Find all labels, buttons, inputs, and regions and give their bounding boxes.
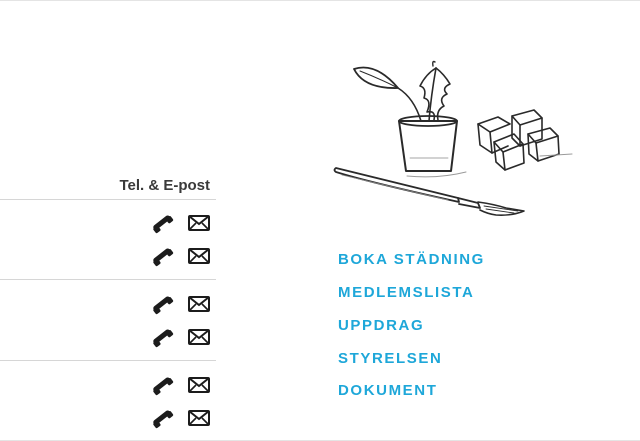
envelope-icon[interactable] <box>188 215 210 231</box>
phone-icon[interactable] <box>150 407 174 429</box>
envelope-icon[interactable] <box>188 329 210 345</box>
phone-icon[interactable] <box>150 245 174 267</box>
nav-link-dokument[interactable]: DOKUMENT <box>338 382 437 399</box>
envelope-icon[interactable] <box>188 248 210 264</box>
phone-icon[interactable] <box>150 212 174 234</box>
envelope-icon[interactable] <box>188 296 210 312</box>
contact-row <box>150 374 212 396</box>
phone-icon[interactable] <box>150 326 174 348</box>
contact-row <box>150 212 212 234</box>
contact-divider <box>0 360 216 361</box>
illustration <box>333 60 573 216</box>
phone-icon[interactable] <box>150 293 174 315</box>
paintbrush-drawing <box>333 167 525 216</box>
plant-pot-drawing <box>353 60 467 178</box>
contact-header: Tel. & E-post <box>119 177 210 194</box>
envelope-icon[interactable] <box>188 410 210 426</box>
contact-row <box>150 293 212 315</box>
contact-divider <box>0 279 216 280</box>
phone-icon[interactable] <box>150 374 174 396</box>
nav-link-boka-stadning[interactable]: BOKA STÄDNING <box>338 251 485 268</box>
contact-row <box>150 326 212 348</box>
nav-link-styrelsen[interactable]: STYRELSEN <box>338 350 442 367</box>
sugar-cubes-drawing <box>477 109 573 171</box>
top-rule <box>0 0 640 1</box>
contact-divider <box>0 199 216 200</box>
nav-link-medlemslista[interactable]: MEDLEMSLISTA <box>338 284 474 301</box>
envelope-icon[interactable] <box>188 377 210 393</box>
nav-link-uppdrag[interactable]: UPPDRAG <box>338 317 424 334</box>
contact-row <box>150 407 212 429</box>
contact-row <box>150 245 212 267</box>
